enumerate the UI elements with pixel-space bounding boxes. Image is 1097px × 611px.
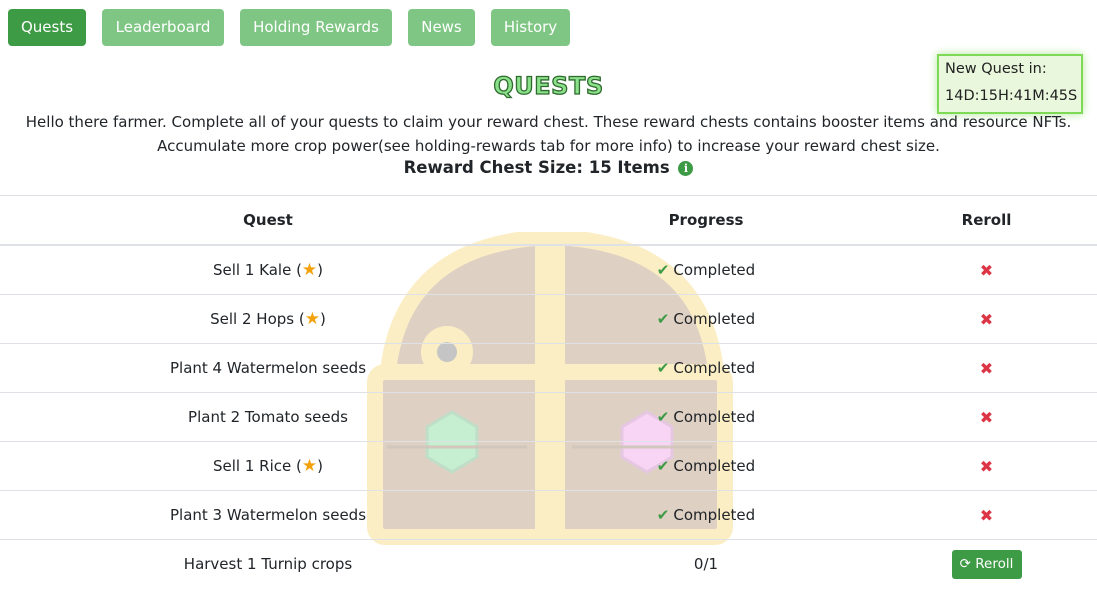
progress-text: 0/1 <box>693 555 719 573</box>
table-row: Harvest 1 Turnip crops 0/1 ⟳ Reroll <box>0 540 1097 589</box>
reroll-cell: ✖ <box>876 392 1097 442</box>
quest-name: Plant 3 Watermelon seeds <box>169 506 367 524</box>
quest-table: Quest Progress Reroll Sell 1 Kale (★) ✔ Co… <box>0 196 1097 588</box>
header-quest: Quest <box>0 196 536 246</box>
tab-quests[interactable]: Quests <box>8 9 86 46</box>
reroll-cell: ✖ <box>876 343 1097 393</box>
reroll-cell: ⟳ Reroll <box>876 540 1097 589</box>
quest-name: Sell 2 Hops <box>210 310 295 328</box>
progress-cell: ✔ Completed <box>536 245 876 295</box>
reroll-label: Reroll <box>975 555 1014 572</box>
check-icon: ✔ <box>656 261 670 279</box>
tab-holding-rewards[interactable]: Holding Rewards <box>240 9 392 46</box>
x-icon: ✖ <box>979 456 994 476</box>
check-icon: ✔ <box>656 506 670 524</box>
star-icon: (★) <box>291 456 323 476</box>
table-header-row: Quest Progress Reroll <box>0 196 1097 246</box>
intro-line-2: Accumulate more crop power(see holding-r… <box>157 137 940 155</box>
reroll-cell: ✖ <box>876 441 1097 491</box>
table-row: Sell 2 Hops (★) ✔ Completed ✖ <box>0 294 1097 344</box>
intro-line-1: Hello there farmer. Complete all of your… <box>25 113 1072 131</box>
progress-cell: ✔ Completed <box>536 441 876 491</box>
quest-name: Sell 1 Rice <box>213 457 292 475</box>
quest-cell: Plant 4 Watermelon seeds <box>0 343 536 393</box>
star-icon: (★) <box>291 260 324 280</box>
quest-name: Harvest 1 Turnip crops <box>183 555 353 573</box>
x-icon: ✖ <box>979 260 994 280</box>
table-row: Sell 1 Kale (★) ✔ Completed ✖ <box>0 245 1097 295</box>
progress-text: Completed <box>673 506 756 524</box>
progress-cell: 0/1 <box>536 540 876 589</box>
info-icon[interactable]: i <box>678 161 694 176</box>
quest-cell: Plant 3 Watermelon seeds <box>0 490 536 540</box>
progress-text: Completed <box>673 408 756 426</box>
chest-size-label: Reward Chest Size: 15 Items <box>403 158 670 177</box>
quest-cell: Sell 1 Kale (★) <box>0 245 536 295</box>
check-icon: ✔ <box>656 359 670 377</box>
progress-cell: ✔ Completed <box>536 392 876 442</box>
page-title: QUESTS <box>493 71 604 100</box>
quest-cell: Harvest 1 Turnip crops <box>0 540 536 589</box>
x-icon: ✖ <box>979 358 994 378</box>
progress-cell: ✔ Completed <box>536 490 876 540</box>
quest-cell: Sell 2 Hops (★) <box>0 294 536 344</box>
reroll-button[interactable]: ⟳ Reroll <box>951 549 1022 579</box>
header-progress: Progress <box>536 196 876 246</box>
refresh-icon: ⟳ <box>959 555 976 572</box>
quest-name: Plant 4 Watermelon seeds <box>169 359 367 377</box>
check-icon: ✔ <box>656 310 670 328</box>
x-icon: ✖ <box>979 309 994 329</box>
table-row: Plant 2 Tomato seeds ✔ Completed ✖ <box>0 392 1097 442</box>
table-row: Sell 1 Rice (★) ✔ Completed ✖ <box>0 441 1097 491</box>
progress-cell: ✔ Completed <box>536 343 876 393</box>
progress-text: Completed <box>673 359 756 377</box>
table-row: Plant 3 Watermelon seeds ✔ Completed ✖ <box>0 490 1097 540</box>
header-reroll: Reroll <box>876 196 1097 246</box>
table-row: Plant 4 Watermelon seeds ✔ Completed ✖ <box>0 343 1097 393</box>
reroll-cell: ✖ <box>876 245 1097 295</box>
intro-text: Hello there farmer. Complete all of your… <box>0 110 1097 158</box>
check-icon: ✔ <box>656 457 670 475</box>
tab-leaderboard[interactable]: Leaderboard <box>102 9 224 46</box>
quest-name: Sell 1 Kale <box>212 261 292 279</box>
reward-chest-size: Reward Chest Size: 15 Items i <box>0 158 1097 177</box>
check-icon: ✔ <box>656 408 670 426</box>
quest-cell: Sell 1 Rice (★) <box>0 441 536 491</box>
reroll-cell: ✖ <box>876 294 1097 344</box>
progress-text: Completed <box>673 310 756 328</box>
progress-text: Completed <box>673 457 756 475</box>
x-icon: ✖ <box>979 505 994 525</box>
tab-news[interactable]: News <box>408 9 475 46</box>
quest-cell: Plant 2 Tomato seeds <box>0 392 536 442</box>
x-icon: ✖ <box>979 407 994 427</box>
star-icon: (★) <box>294 309 326 329</box>
quest-name: Plant 2 Tomato seeds <box>188 408 348 426</box>
progress-cell: ✔ Completed <box>536 294 876 344</box>
tab-history[interactable]: History <box>491 9 570 46</box>
progress-text: Completed <box>673 261 756 279</box>
reroll-cell: ✖ <box>876 490 1097 540</box>
